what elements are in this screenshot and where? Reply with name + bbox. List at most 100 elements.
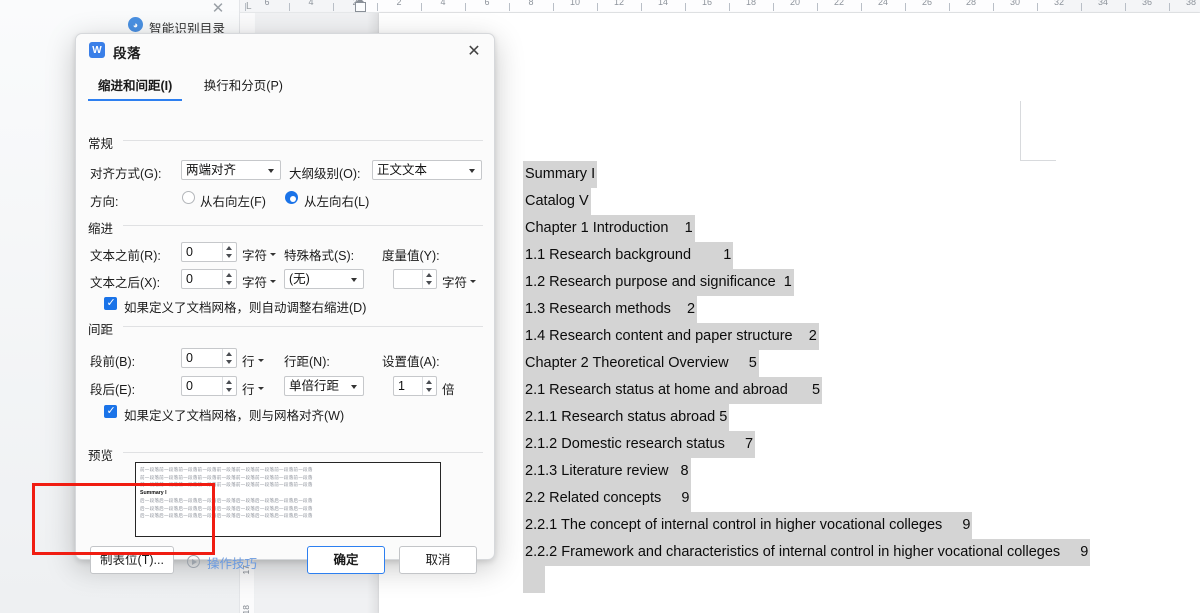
space-before-label: 段前(B): [90, 355, 136, 369]
indent-after-value: 0 [186, 272, 193, 286]
margin-corner-mark [1020, 101, 1021, 161]
outline-level-select[interactable]: 正文文本 [372, 160, 482, 180]
cancel-button[interactable]: 取消 [399, 546, 477, 574]
ruler-tick-label: 24 [877, 0, 889, 7]
ruler-tick [597, 3, 598, 11]
toc-entry[interactable]: 2.1.2 Domestic research status 7 [523, 431, 756, 458]
tab-indent-spacing[interactable]: 缩进和间距(I) [88, 72, 183, 101]
play-circle-icon[interactable] [187, 555, 200, 568]
auto-adjust-right-indent-checkbox[interactable] [104, 296, 117, 310]
stepper-arrows[interactable] [222, 349, 235, 367]
indent-before-value: 0 [186, 245, 193, 259]
toc-entry[interactable]: 1.3 Research methods 2 [523, 296, 698, 323]
indent-after-label: 文本之后(X): [90, 276, 161, 290]
ruler-tick [993, 3, 994, 11]
ruler-tick [861, 3, 862, 11]
toc-entry[interactable]: Catalog V [523, 188, 591, 215]
ruler-tick [1125, 3, 1126, 11]
special-format-select[interactable]: (无) [284, 269, 364, 289]
ruler-tick-label: 30 [1009, 0, 1021, 7]
toc-entry[interactable]: 2.2.1 The concept of internal control in… [523, 512, 973, 539]
ruler-tick [509, 3, 510, 11]
stepper-arrows[interactable] [222, 377, 235, 395]
toc-entry[interactable]: 2.1.3 Literature review 8 [523, 458, 691, 485]
measure-value-stepper[interactable] [393, 269, 437, 289]
dialog-titlebar[interactable]: W 段落 ✕ [76, 34, 494, 67]
alignment-select[interactable]: 两端对齐 [181, 160, 281, 180]
space-before-stepper[interactable]: 0 [181, 348, 237, 368]
section-preview-rule [123, 452, 483, 453]
table-of-contents[interactable]: Summary I Catalog V Chapter 1 Introduction… [523, 161, 1183, 593]
snap-to-grid-label[interactable]: 如果定义了文档网格，则与网格对齐(W) [124, 405, 344, 424]
close-icon[interactable]: ✕ [206, 0, 230, 20]
ruler-tick-label: 10 [569, 0, 581, 7]
direction-rtl-label[interactable]: 从右向左(F) [200, 191, 266, 210]
ruler-tick [1169, 3, 1170, 11]
ruler-tick-label: 38 [1185, 0, 1197, 7]
robot-circle-icon: ◕ [128, 17, 143, 32]
direction-rtl-radio[interactable] [182, 191, 195, 204]
indent-after-unit[interactable]: 字符 [242, 272, 277, 291]
indent-before-stepper[interactable]: 0 [181, 242, 237, 262]
preview-content: 前一段落前一段落前一段落前一段落前一段落前一段落前一段落前一段落前一段落 前一段落… [136, 466, 440, 520]
ruler-tick [1081, 3, 1082, 11]
toc-entry[interactable]: 1.1 Research background 1 [523, 242, 734, 269]
stepper-arrows[interactable] [222, 270, 235, 288]
section-preview-label: 预览 [88, 445, 119, 464]
toc-entry[interactable]: 1.4 Research content and paper structure… [523, 323, 819, 350]
ruler-tick [465, 3, 466, 11]
section-general-label: 常规 [88, 133, 119, 152]
toc-entry[interactable]: Summary I [523, 161, 598, 188]
set-value: 1 [398, 379, 405, 393]
ok-button[interactable]: 确定 [307, 546, 385, 574]
indent-before-unit[interactable]: 字符 [242, 245, 277, 264]
direction-label: 方向: [90, 195, 119, 209]
stepper-arrows[interactable] [422, 270, 435, 288]
toc-entry[interactable]: Chapter 2 Theoretical Overview 5 [523, 350, 759, 377]
ruler-tick [553, 3, 554, 11]
tips-link[interactable]: 操作技巧 [207, 553, 257, 572]
direction-ltr-radio[interactable] [285, 191, 298, 204]
stepper-arrows[interactable] [222, 243, 235, 261]
horizontal-ruler[interactable]: 6422468101214161820222426283032343638 [240, 0, 1200, 13]
ruler-origin-label[interactable]: L [246, 1, 252, 12]
dialog-title: 段落 [113, 46, 141, 61]
tab-stops-button[interactable]: 制表位(T)... [90, 546, 174, 574]
preview-after-line: 后一段落后一段落后一段落后一段落后一段落后一段落后一段落后一段落后一段落 [140, 498, 313, 504]
toc-entry[interactable]: 2.2.2 Framework and characteristics of i… [523, 539, 1091, 566]
vertical-ruler-tick: 18 [241, 605, 251, 613]
first-line-indent-marker[interactable] [355, 0, 366, 12]
ruler-tick [817, 3, 818, 11]
line-spacing-select[interactable]: 单倍行距 [284, 376, 364, 396]
space-before-unit[interactable]: 行 [242, 351, 263, 370]
toc-entry[interactable]: 2.1 Research status at home and abroad 5 [523, 377, 823, 404]
ruler-tick-label: 36 [1141, 0, 1153, 7]
toc-entry[interactable]: 2.2 Related concepts 9 [523, 485, 692, 512]
direction-ltr-label[interactable]: 从左向右(L) [304, 191, 369, 210]
stepper-arrows[interactable] [422, 377, 435, 395]
preview-before-line: 前一段落前一段落前一段落前一段落前一段落前一段落前一段落前一段落前一段落 [140, 467, 313, 472]
ruler-tick-label: 20 [789, 0, 801, 7]
toc-entry[interactable]: 2.1.1 Research status abroad 5 [523, 404, 730, 431]
line-spacing-label: 行距(N): [284, 355, 330, 369]
ruler-tick [421, 3, 422, 11]
preview-sample-line: Summary I [140, 489, 167, 496]
indent-after-stepper[interactable]: 0 [181, 269, 237, 289]
ruler-tick [289, 3, 290, 11]
toc-entry[interactable]: 1.2 Research purpose and significance 1 [523, 269, 794, 296]
space-after-unit[interactable]: 行 [242, 379, 263, 398]
section-indent-rule [123, 225, 483, 226]
screen-root: ◕ 智能识别目录 ✕ 64224681012141618202224262830… [0, 0, 1200, 613]
space-after-stepper[interactable]: 0 [181, 376, 237, 396]
paragraph-dialog[interactable]: W 段落 ✕ 缩进和间距(I) 换行和分页(P) 常规 对齐方式(G): 两端对… [75, 33, 495, 574]
close-icon[interactable]: ✕ [462, 39, 486, 63]
preview-after-line: 后一段落后一段落后一段落后一段落后一段落后一段落后一段落后一段落后一段落 [140, 513, 313, 519]
auto-adjust-right-indent-label[interactable]: 如果定义了文档网格，则自动调整右缩进(D) [124, 297, 366, 316]
special-format-label: 特殊格式(S): [284, 249, 355, 263]
tab-line-page-break[interactable]: 换行和分页(P) [194, 72, 293, 101]
snap-to-grid-checkbox[interactable] [104, 404, 117, 418]
set-value-stepper[interactable]: 1 [393, 376, 437, 396]
measure-value-unit[interactable]: 字符 [442, 272, 477, 291]
toc-entry[interactable]: Chapter 1 Introduction 1 [523, 215, 695, 242]
dialog-tabs[interactable]: 缩进和间距(I) 换行和分页(P) [88, 72, 301, 101]
